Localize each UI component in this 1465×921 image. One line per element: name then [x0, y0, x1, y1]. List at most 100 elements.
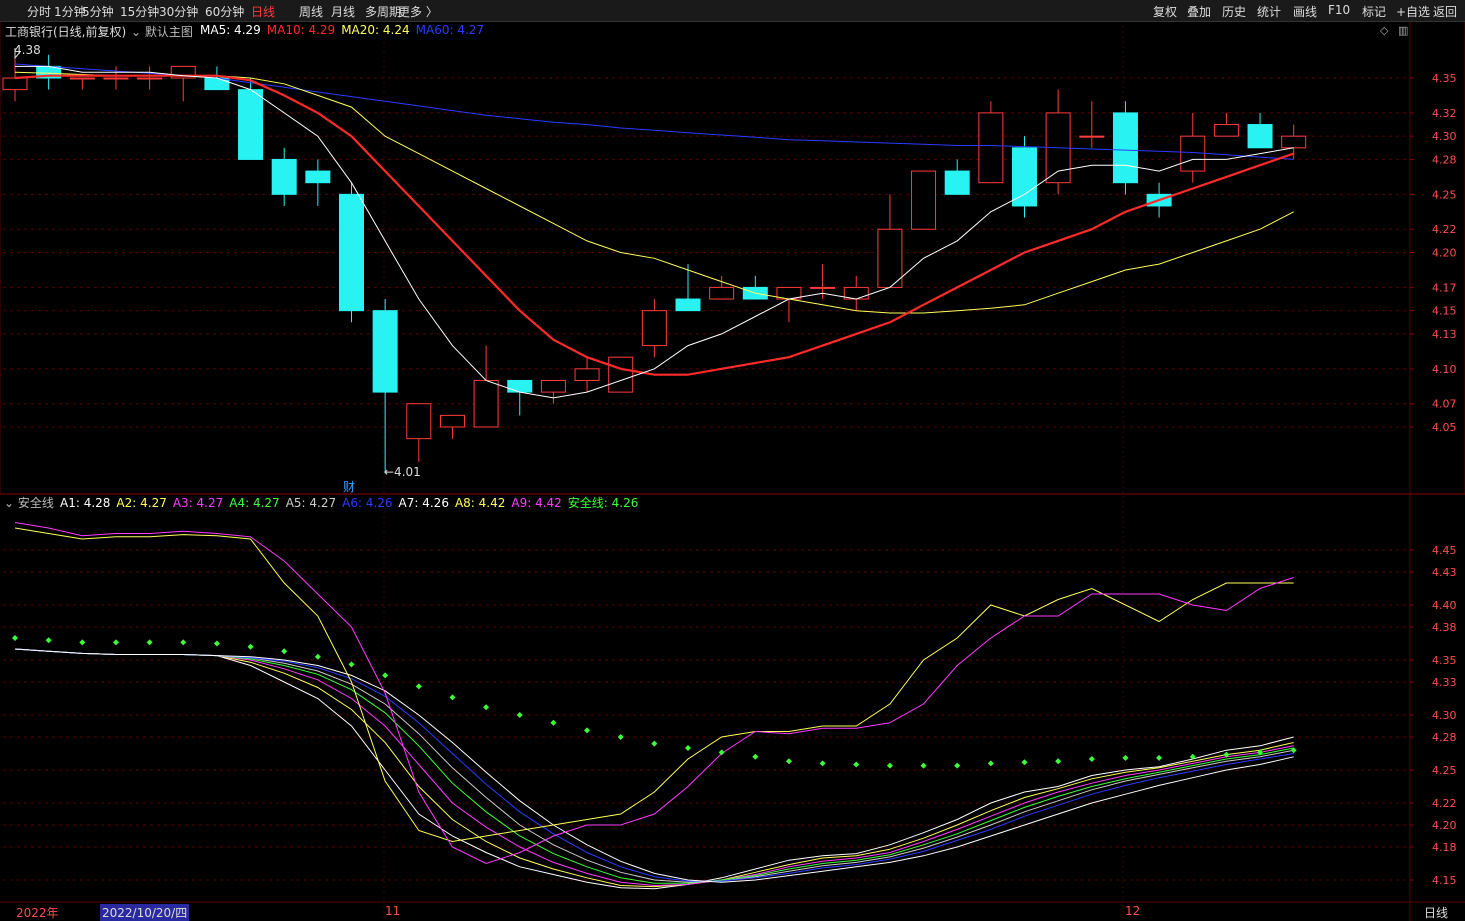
ma-legend-item-1: MA10: 4.29 — [266, 23, 336, 37]
indicator-name: 安全线 — [17, 496, 54, 510]
period-tab-7[interactable]: 周线 — [299, 3, 323, 20]
candle — [1180, 112, 1206, 183]
period-tab-6[interactable]: 日线 — [251, 3, 275, 20]
safety-line-point — [180, 639, 187, 646]
safety-line-point — [415, 683, 422, 690]
safety-line-point — [314, 653, 321, 660]
financial-report-marker[interactable]: 财 — [343, 478, 355, 495]
grid-icon[interactable]: ▥ — [1398, 24, 1408, 37]
toolbar-button-5[interactable]: F10 — [1328, 3, 1350, 17]
period-tab-1[interactable]: 1分钟 — [54, 3, 86, 20]
main-panel-frame — [0, 20, 1465, 495]
price-tick-label: 4.13 — [1432, 328, 1457, 341]
candle — [305, 159, 331, 206]
indicator-tick-label: 4.22 — [1432, 797, 1457, 810]
safety-line-point — [785, 758, 792, 765]
price-tick-label: 4.10 — [1432, 363, 1457, 376]
indicator-legend: A1: 4.28 A2: 4.27 A3: 4.27 A4: 4.27 A5: 4.27… — [60, 494, 644, 511]
indicator-tick-label: 4.38 — [1432, 621, 1457, 634]
safety-line-point — [550, 719, 557, 726]
safety-line-point — [819, 760, 826, 767]
candle — [742, 275, 768, 300]
toolbar-button-3[interactable]: 统计 — [1257, 3, 1281, 20]
time-axis-label-1[interactable]: 2022/10/20/四 — [100, 904, 190, 921]
candle-body — [978, 112, 1004, 184]
candle-body — [709, 286, 735, 300]
candle — [339, 182, 364, 323]
candle — [439, 414, 465, 439]
candle — [877, 194, 903, 288]
candle-body — [1079, 135, 1105, 138]
safety-line-point — [213, 640, 220, 647]
indicator-legend-item-2: A3: 4.27 — [172, 496, 224, 510]
indicator-legend-item-0: A1: 4.28 — [60, 496, 111, 510]
price-axis: 4.35 4.32 4.30 4.28 4.25 4.22 4.20 4.17 4.15 4.13… — [1410, 72, 1457, 887]
candle-body — [944, 170, 970, 195]
period-tab-3[interactable]: 15分钟 — [120, 3, 159, 20]
toolbar-button-1[interactable]: 叠加 — [1187, 3, 1211, 20]
toolbar-button-7[interactable]: +自选 — [1396, 3, 1430, 20]
series-A1-line — [14, 648, 1294, 890]
period-tab-8[interactable]: 月线 — [331, 3, 355, 20]
price-tick-label: 4.22 — [1432, 223, 1457, 236]
time-axis-label-0: 2022年 — [16, 906, 59, 920]
candle-body — [1247, 124, 1273, 149]
period-tab-4[interactable]: 30分钟 — [159, 3, 198, 20]
toolbar-button-8[interactable]: 返回 — [1433, 3, 1457, 20]
candle — [944, 159, 970, 195]
safety-line-point — [1156, 754, 1163, 761]
indicator-tick-label: 4.30 — [1432, 709, 1457, 722]
period-tab-10[interactable]: 更多 〉 — [398, 3, 438, 20]
template-dropdown[interactable]: ⌄ 默认主图 — [131, 23, 193, 40]
template-label: 默认主图 — [144, 25, 193, 39]
price-tick-label: 4.32 — [1432, 107, 1457, 120]
ma-legend-item-3: MA60: 4.27 — [415, 23, 485, 37]
safety-line-point — [987, 760, 994, 767]
candle-body — [439, 414, 465, 428]
candle-body — [103, 77, 129, 80]
safety-line-point — [1122, 754, 1129, 761]
candle — [978, 101, 1004, 184]
price-tick-label: 4.35 — [1432, 72, 1457, 85]
candle — [1112, 101, 1138, 195]
candle-body — [204, 77, 230, 91]
toolbar-button-6[interactable]: 标记 — [1362, 3, 1386, 20]
toolbar-button-2[interactable]: 历史 — [1222, 3, 1246, 20]
diamond-icon[interactable]: ◇ — [1380, 24, 1388, 37]
indicator-tick-label: 4.45 — [1432, 544, 1457, 557]
sub-panel-dropdown[interactable]: ⌄ 安全线 — [4, 494, 54, 511]
chart-canvas[interactable]: 4.35 4.32 4.30 4.28 4.25 4.22 4.20 4.17 4.15 4.13… — [0, 0, 1465, 921]
period-tab-0[interactable]: 分时 — [27, 3, 51, 20]
safety-line-point — [146, 639, 153, 646]
period-tab-9[interactable]: 多周期 — [365, 3, 401, 20]
safety-line-point — [45, 637, 52, 644]
ma-legend: MA5: 4.29 MA10: 4.29 MA20: 4.24 MA60: 4.27 — [200, 23, 490, 37]
candle-body — [1213, 124, 1239, 137]
low-price-marker: ←4.01 — [384, 465, 421, 479]
candle — [608, 356, 634, 393]
period-tab-5[interactable]: 60分钟 — [205, 3, 244, 20]
candle-body — [1112, 112, 1138, 184]
candle-body — [473, 379, 499, 428]
indicator-legend-item-8: A9: 4.42 — [511, 496, 562, 510]
candle — [776, 286, 802, 323]
safety-line-point — [348, 661, 355, 668]
period-toolbar: 分时 1分钟 5分钟 15分钟 30分钟 60分钟 日线 周线 月线 多周期 更多 〉 复权 叠加 历史统… — [0, 0, 1465, 22]
candle — [1045, 89, 1071, 195]
series-A2-line — [14, 648, 1294, 888]
candle — [69, 77, 95, 90]
indicator-legend-item-4: A5: 4.27 — [285, 496, 337, 510]
candle — [103, 66, 129, 90]
candle — [372, 299, 398, 474]
period-tab-2[interactable]: 5分钟 — [82, 3, 114, 20]
candle — [709, 275, 735, 300]
toolbar-button-4[interactable]: 画线 — [1293, 3, 1317, 20]
chevron-down-icon: ⌄ — [4, 496, 15, 510]
candle-body — [137, 77, 163, 80]
indicator-legend-item-5: A6: 4.26 — [342, 496, 393, 510]
indicator-legend-item-6: A7: 4.26 — [398, 496, 449, 510]
toolbar-button-0[interactable]: 复权 — [1153, 3, 1177, 20]
candle-body — [877, 228, 903, 288]
series-A3-line — [14, 648, 1294, 887]
candle-body — [305, 170, 331, 184]
